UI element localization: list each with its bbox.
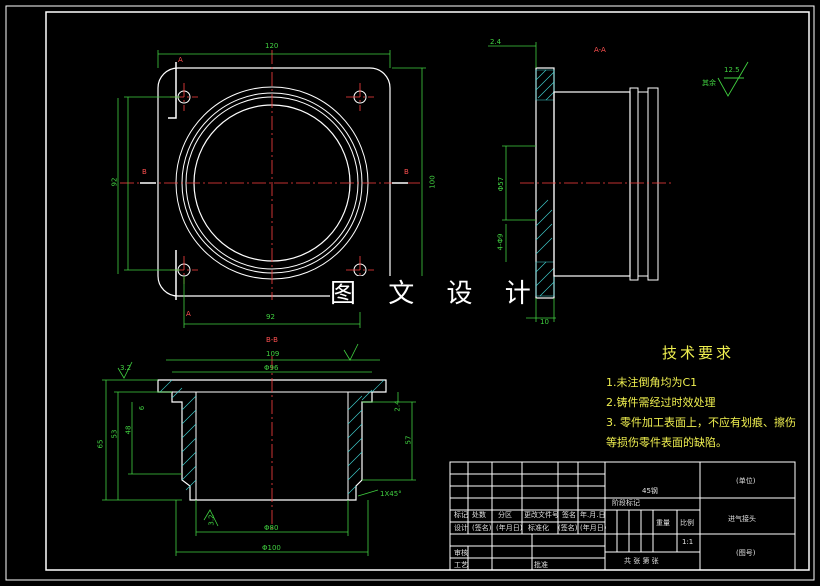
tb-r1-c1: 标记 <box>454 511 468 519</box>
tb-r1-c5: 签名 <box>562 511 576 519</box>
sec-dim-label-24: 2.4 <box>393 400 402 412</box>
tech-requirements-title: 技术要求 <box>662 344 735 362</box>
dim-label-92-h: 92 <box>266 313 275 321</box>
tb-r2-c3: (年月日) <box>496 524 523 532</box>
tb-r2-c4: 标准化 <box>528 524 549 532</box>
tb-r4-c2: 批准 <box>534 561 548 569</box>
side-groove-1 <box>629 87 639 281</box>
sec-rough-label-1: 3.2 <box>120 364 132 372</box>
section-mark-a-bottom: A <box>186 310 191 318</box>
section-mark-a-top: A <box>178 56 183 64</box>
tb-drawing-no: (图号) <box>736 549 756 557</box>
tb-r3-c1: 审核 <box>454 549 468 557</box>
tb-r2-c2: (签名) <box>472 524 492 532</box>
side-body <box>553 91 631 277</box>
side-groove-2 <box>637 91 649 277</box>
sec-dim-label-96: Φ96 <box>264 364 279 372</box>
section-mark-b-right: B <box>404 168 409 176</box>
side-dim-label-10: 10 <box>540 318 549 326</box>
tech-req-line-4: 等损伤零件表面的缺陷。 <box>606 436 727 449</box>
flange-outline <box>157 67 391 297</box>
tech-req-line-3: 3. 零件加工表面上，不应有划痕、擦伤 <box>606 416 796 429</box>
sec-dim-label-48: 48 <box>124 425 133 435</box>
sec-dim-label-57: 57 <box>404 435 413 445</box>
tb-r2-c5: (签名) <box>558 524 578 532</box>
tb-sheet: 共 张 第 张 <box>624 557 659 565</box>
side-dim-label-24: 2.4 <box>490 38 502 46</box>
tb-weight-label: 重量 <box>656 519 670 527</box>
sec-dim-chamfer <box>357 489 379 497</box>
side-dim-label-57: Φ57 <box>497 176 506 192</box>
section-view-title: B-B <box>266 336 278 344</box>
section-mark-b-left: B <box>142 168 147 176</box>
dim-label-100: 100 <box>428 175 437 189</box>
tb-material: 45钢 <box>642 487 658 495</box>
tb-r1-c2: 处数 <box>472 511 486 519</box>
sec-dim-label-80: Φ80 <box>264 524 279 532</box>
tb-scale-label: 比例 <box>680 519 694 527</box>
dim-label-92-v: 92 <box>110 177 119 187</box>
tb-r4-c1: 工艺 <box>454 561 468 569</box>
sec-dim-label-65: 65 <box>96 439 105 449</box>
roughness-value: 12.5 <box>724 66 740 74</box>
section-hatch-right <box>347 379 385 495</box>
side-dim-label-holes: 4-Φ9 <box>496 233 505 251</box>
side-view-title: A-A <box>594 46 606 54</box>
sec-dim-label-6: 6 <box>138 405 147 411</box>
sec-dim-label-chamfer: 1X45° <box>380 490 402 498</box>
roughness-label: 其余 <box>702 79 716 87</box>
watermark: 图 文 设 计 <box>330 276 531 312</box>
tech-req-line-2: 2.铸件需经过时效处理 <box>606 396 716 409</box>
section-hatch-left <box>159 379 197 491</box>
tb-company: (单位) <box>736 477 756 485</box>
tb-scale: 1:1 <box>682 538 694 546</box>
sec-rough-label-2: 3.2 <box>207 514 216 526</box>
dim-label-120: 120 <box>265 42 279 50</box>
tb-part-name: 进气接头 <box>728 515 756 523</box>
tb-r2-c6: (年月日) <box>580 524 607 532</box>
tech-req-line-1: 1.未注倒角均为C1 <box>606 376 698 389</box>
side-groove-3 <box>647 87 659 281</box>
sec-dim-label-100: Φ100 <box>262 544 281 552</box>
tb-r1-c4: 更改文件号 <box>524 511 559 519</box>
tb-r1-c3: 分区 <box>498 511 512 519</box>
tb-r2-c1: 设计 <box>454 524 468 532</box>
tb-r1-c6: 年.月.日 <box>580 511 606 519</box>
section-view <box>102 343 416 556</box>
sec-dim-label-53: 53 <box>110 429 119 439</box>
tb-stage-label: 阶段标记 <box>612 499 640 507</box>
sec-dim-label-109: 109 <box>266 350 280 358</box>
